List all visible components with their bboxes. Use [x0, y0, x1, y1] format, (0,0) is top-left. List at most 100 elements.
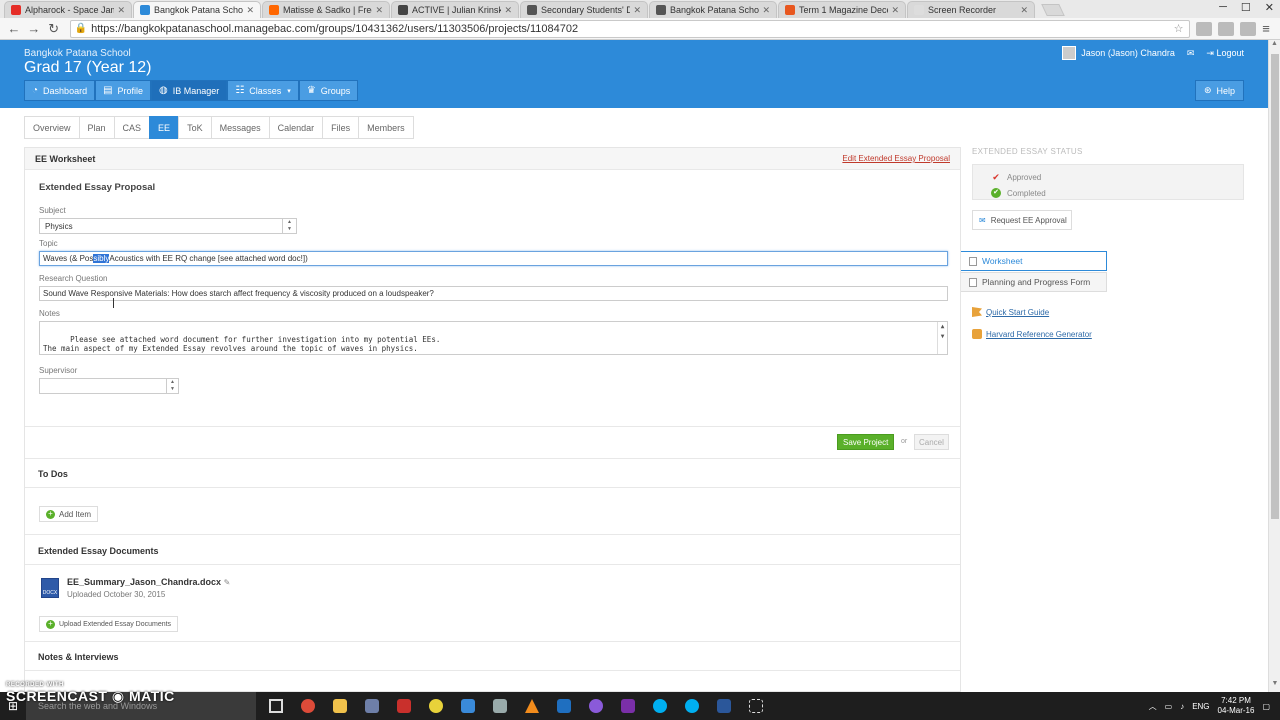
help-button[interactable]: ⊛ Help — [1194, 80, 1244, 101]
edit-proposal-link[interactable]: Edit Extended Essay Proposal — [842, 154, 950, 163]
worksheet-nav: Worksheet Planning and Progress Form — [961, 251, 1107, 293]
document-link[interactable]: EE_Summary_Jason_Chandra.docx ✎ — [67, 577, 230, 587]
worksheet-title: EE Worksheet — [35, 153, 96, 164]
extension-icon[interactable] — [1218, 21, 1235, 36]
close-window-icon[interactable]: ✕ — [1265, 1, 1274, 14]
browser-tab[interactable]: Screen Recorder ✕ — [907, 1, 1035, 18]
volume-icon[interactable]: ♪ — [1180, 702, 1184, 711]
snipping-tool-icon[interactable] — [740, 692, 772, 720]
browser-tab-active[interactable]: Bangkok Patana School ✕ — [133, 1, 261, 18]
tab-ee[interactable]: EE — [149, 116, 180, 139]
status-completed: ✔ Completed — [991, 185, 1243, 201]
app-icon[interactable] — [452, 692, 484, 720]
flag-icon — [972, 307, 982, 317]
app-icon[interactable] — [580, 692, 612, 720]
tab-files[interactable]: Files — [322, 116, 360, 139]
notifications-icon[interactable]: ▢ — [1262, 702, 1270, 711]
browser-tab[interactable]: Secondary Students' Dash✕ — [520, 1, 648, 18]
scroll-up-icon[interactable]: ▲ — [1269, 40, 1280, 52]
outlook-icon[interactable] — [548, 692, 580, 720]
supervisor-select[interactable]: ▲ ▼ — [39, 378, 179, 394]
nav-dashboard[interactable]: ◔ Dashboard — [24, 80, 96, 101]
close-tab-icon[interactable]: ✕ — [246, 5, 254, 16]
tab-cas[interactable]: CAS — [113, 116, 151, 139]
app-icon[interactable] — [484, 692, 516, 720]
app-icon[interactable] — [420, 692, 452, 720]
vlc-icon[interactable] — [516, 692, 548, 720]
form-icon — [969, 277, 977, 287]
checkmark-icon: ✔ — [992, 172, 1000, 182]
page-icon — [656, 5, 666, 15]
user-menu[interactable]: Jason (Jason) Chandra — [1062, 46, 1175, 60]
clock[interactable]: 7:42 PM 04-Mar-16 — [1218, 696, 1255, 716]
tab-plan[interactable]: Plan — [78, 116, 115, 139]
onenote-icon[interactable] — [612, 692, 644, 720]
browser-tab[interactable]: Term 1 Magazine Decemb✕ — [778, 1, 906, 18]
research-question-input[interactable]: Sound Wave Responsive Materials: How doe… — [39, 286, 948, 301]
edit-document-icon[interactable]: ✎ — [224, 578, 231, 587]
save-project-button[interactable]: Save Project — [837, 434, 895, 450]
close-tab-icon[interactable]: ✕ — [762, 5, 770, 16]
tab-members[interactable]: Members — [358, 116, 414, 139]
scroll-thumb[interactable] — [1271, 54, 1279, 519]
browser-tab[interactable]: Bangkok Patana School :✕ — [649, 1, 777, 18]
close-tab-icon[interactable]: ✕ — [633, 5, 641, 16]
nav-planning-progress[interactable]: Planning and Progress Form — [961, 272, 1107, 292]
close-tab-icon[interactable]: ✕ — [504, 5, 512, 16]
close-tab-icon[interactable]: ✕ — [117, 5, 125, 16]
new-tab-button[interactable] — [1041, 4, 1065, 16]
word-icon[interactable] — [708, 692, 740, 720]
reload-icon[interactable]: ↻ — [44, 21, 64, 37]
app-icon[interactable] — [356, 692, 388, 720]
browser-tab[interactable]: ACTIVE | Julian Krinsky Ca✕ — [391, 1, 519, 18]
nav-ib-manager[interactable]: ◍ IB Manager — [151, 80, 228, 101]
chrome-icon[interactable] — [292, 692, 324, 720]
logout-link[interactable]: ⇥ Logout — [1206, 48, 1244, 59]
request-approval-button[interactable]: ✉ Request EE Approval — [972, 210, 1072, 230]
task-view-icon[interactable] — [260, 692, 292, 720]
cancel-button[interactable]: Cancel — [914, 434, 949, 450]
notes-textarea[interactable]: Please see attached word document for fu… — [39, 321, 948, 355]
menu-icon[interactable]: ≡ — [1256, 21, 1276, 36]
nav-groups[interactable]: ♛ Groups — [298, 80, 359, 101]
browser-tab[interactable]: Alpharock - Space Jam ✕ — [4, 1, 132, 18]
mail-icon[interactable]: ✉ — [1187, 48, 1195, 59]
extension-icon[interactable] — [1240, 21, 1257, 36]
maximize-icon[interactable]: ☐ — [1241, 1, 1251, 14]
app-icon[interactable] — [388, 692, 420, 720]
tab-tok[interactable]: ToK — [178, 116, 212, 139]
language-indicator[interactable]: ENG — [1192, 702, 1209, 711]
close-tab-icon[interactable]: ✕ — [1020, 5, 1028, 16]
nav-profile[interactable]: ▤ Profile — [95, 80, 152, 101]
add-item-button[interactable]: + Add Item — [39, 506, 99, 522]
nav-worksheet[interactable]: Worksheet — [961, 251, 1107, 271]
skype-icon[interactable] — [644, 692, 676, 720]
extension-icon[interactable] — [1196, 21, 1213, 36]
scroll-down-icon[interactable]: ▼ — [1269, 680, 1280, 692]
tray-expand-icon[interactable]: ︿ — [1149, 701, 1157, 712]
bookmark-star-icon[interactable]: ☆ — [1174, 22, 1184, 35]
back-icon[interactable]: ← — [4, 21, 24, 36]
close-tab-icon[interactable]: ✕ — [375, 5, 383, 16]
lock-icon: 🔒 — [74, 23, 88, 34]
forward-icon[interactable]: → — [24, 21, 44, 36]
close-tab-icon[interactable]: ✕ — [891, 5, 899, 16]
file-explorer-icon[interactable] — [324, 692, 356, 720]
url-field[interactable]: 🔒 https://bangkokpatanaschool.managebac.… — [69, 19, 1191, 38]
tab-calendar[interactable]: Calendar — [268, 116, 324, 139]
nav-classes[interactable]: ☷ Classes ▾ — [227, 80, 299, 101]
tab-overview[interactable]: Overview — [24, 116, 80, 139]
quick-start-link[interactable]: Quick Start Guide — [972, 307, 1092, 317]
textarea-scrollbar[interactable]: ▲ ▼ — [937, 322, 947, 354]
tab-messages[interactable]: Messages — [210, 116, 270, 139]
network-icon[interactable]: ▭ — [1165, 702, 1173, 711]
browser-tab[interactable]: Matisse & Sadko | Free lis✕ — [262, 1, 390, 18]
topic-input[interactable]: Waves (& Pos sibly Acoustics with EE RQ c… — [39, 251, 948, 266]
subject-select[interactable]: Physics ▲ ▼ — [39, 218, 297, 234]
page-scrollbar[interactable]: ▲ ▼ — [1268, 40, 1280, 692]
upload-documents-button[interactable]: + Upload Extended Essay Documents — [39, 616, 179, 632]
harvard-reference-link[interactable]: Harvard Reference Generator — [972, 329, 1092, 339]
upload-date: Uploaded October 30, 2015 — [67, 590, 166, 599]
minimize-icon[interactable]: ─ — [1219, 1, 1227, 14]
skype-icon[interactable] — [676, 692, 708, 720]
